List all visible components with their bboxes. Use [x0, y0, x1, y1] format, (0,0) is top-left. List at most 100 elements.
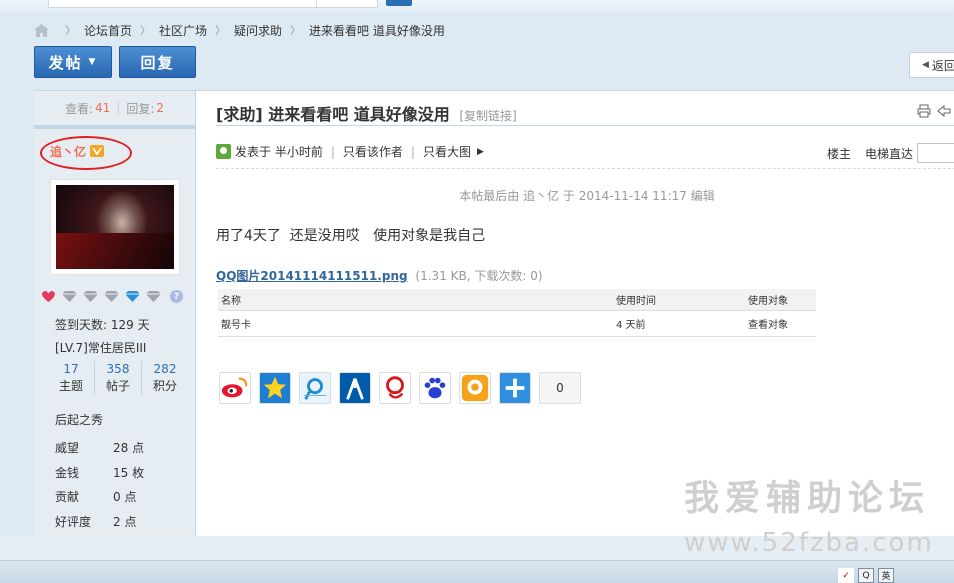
copy-link[interactable]: [复制链接] — [459, 109, 516, 123]
attachment-info: (1.31 KB, 下载次数: 0) — [415, 269, 543, 283]
share-count: 0 — [539, 372, 581, 404]
chevron-left-icon: ◀ — [922, 60, 929, 70]
profile-value: 15 枚 — [113, 465, 145, 480]
breadcrumb-item[interactable]: 进来看看吧 道具好像没用 — [309, 22, 445, 39]
column-header: 名称 — [221, 296, 241, 307]
tencent-weibo-icon[interactable] — [299, 372, 331, 404]
item-table: 名称 使用时间 使用对象 靓号卡 4 天前 查看对象 — [218, 289, 816, 337]
vip-badge-icon — [90, 145, 105, 157]
weibo-icon[interactable] — [219, 372, 251, 404]
breadcrumb-item[interactable]: 疑问求助 — [234, 22, 282, 39]
post-body: 用了4天了 还是没用哎 使用对象是我自己 — [216, 228, 486, 244]
watermark-title: 我爱辅助论坛 — [684, 479, 931, 519]
stat-points[interactable]: 282 积分 — [141, 361, 188, 395]
author-stats: 17 主题 358 帖子 282 积分 — [48, 361, 188, 395]
top-bar — [0, 0, 954, 12]
system-tray: ✓ Q 英 — [838, 568, 894, 583]
kaixin-icon[interactable] — [379, 372, 411, 404]
reply-button[interactable]: 回复 — [119, 46, 196, 78]
profile-key: 贡献 — [55, 490, 80, 504]
home-icon[interactable] — [34, 23, 49, 37]
view-target-link[interactable]: 查看对象 — [748, 316, 816, 331]
breadcrumb: 〉 论坛首页 〉 社区广场 〉 疑问求助 〉 进来看看吧 道具好像没用 — [34, 22, 445, 38]
new-post-label: 发帖 — [48, 53, 83, 72]
profile-row: 威望 28 点 — [55, 436, 185, 461]
post-meta: 发表于 半小时前 | 只看该作者 | 只看大图 ▶ — [216, 143, 484, 160]
search-button[interactable] — [386, 0, 412, 6]
security-tray-icon[interactable]: ✓ — [838, 568, 854, 583]
diamond-medal-icon[interactable] — [145, 290, 162, 303]
breadcrumb-separator: 〉 — [140, 24, 152, 37]
stat-threads[interactable]: 17 主题 — [48, 361, 94, 395]
search-input[interactable] — [48, 0, 378, 8]
stat-value: 358 — [106, 362, 130, 376]
stat-posts[interactable]: 358 帖子 — [94, 361, 141, 395]
replies-label: 回复: — [126, 101, 155, 116]
table-cell: 4 天前 — [616, 320, 646, 331]
diamond-medal-icon[interactable] — [61, 290, 78, 303]
big-image-link[interactable]: 只看大图 — [423, 143, 471, 160]
ime-tray-icon[interactable]: 英 — [878, 568, 894, 583]
attachment: QQ图片20141114111511.png (1.31 KB, 下载次数: 0… — [216, 267, 543, 284]
diamond-medal-icon[interactable] — [82, 290, 99, 303]
only-author-link[interactable]: 只看该作者 — [343, 143, 403, 160]
taskbar-strip — [0, 560, 954, 583]
medal-row: ? — [40, 290, 183, 303]
profile-key: 威望 — [55, 441, 80, 455]
floor-jump-input[interactable] — [917, 143, 954, 163]
column-header: 使用对象 — [748, 296, 788, 307]
stat-value: 282 — [153, 362, 177, 376]
reply-label: 回复 — [140, 53, 175, 72]
elevator-label: 电梯直达 — [865, 146, 914, 161]
meta-divider — [216, 168, 954, 169]
profile-row: 好评度 2 点 — [55, 510, 185, 535]
profile-value: 28 点 — [113, 441, 145, 455]
help-medal-icon[interactable]: ? — [170, 290, 183, 303]
meta-separator: | — [330, 144, 335, 159]
blue-diamond-medal-icon[interactable] — [124, 290, 141, 303]
attachment-link[interactable]: QQ图片20141114111511.png — [216, 269, 408, 283]
heart-medal-icon[interactable] — [40, 290, 57, 303]
back-label: 返回 — [931, 58, 954, 73]
column-header: 使用时间 — [616, 296, 656, 307]
qq-icon[interactable] — [459, 372, 491, 404]
online-user-icon — [216, 144, 231, 159]
stat-label: 帖子 — [105, 379, 130, 393]
floor-nav: 楼主 电梯直达 — [827, 143, 954, 163]
share-bar: 0 — [219, 372, 581, 404]
avatar[interactable] — [50, 179, 180, 275]
user-level[interactable]: [LV.7]常住居民III — [55, 339, 146, 356]
breadcrumb-separator: 〉 — [290, 24, 302, 37]
search-divider — [316, 0, 317, 7]
watermark-url: www.52fzba.com — [684, 528, 934, 558]
stat-label: 主题 — [58, 379, 83, 393]
meta-separator: | — [410, 144, 415, 159]
breadcrumb-item[interactable]: 论坛首页 — [84, 22, 132, 39]
thread-tag[interactable]: [求助] — [216, 105, 263, 124]
breadcrumb-separator: 〉 — [215, 24, 227, 37]
back-button[interactable]: ◀ 返回 — [909, 52, 954, 78]
table-header: 名称 使用时间 使用对象 — [218, 289, 816, 311]
thread-title: [求助] 进来看看吧 道具好像没用 [复制链接] — [216, 101, 517, 125]
user-group: 后起之秀 — [55, 413, 104, 427]
new-post-button[interactable]: 发帖 ▼ — [34, 46, 112, 78]
qq-tray-icon[interactable]: Q — [858, 568, 874, 583]
diamond-medal-icon[interactable] — [103, 290, 120, 303]
profile-row: 贡献 0 点 — [55, 485, 185, 510]
play-icon[interactable]: ▶ — [477, 147, 484, 157]
baidu-icon[interactable] — [419, 372, 451, 404]
replies-count: 2 — [156, 101, 165, 115]
stat-label: 积分 — [152, 379, 177, 393]
profile-value: 2 点 — [113, 514, 137, 529]
print-icon[interactable] — [917, 104, 931, 118]
table-cell: 靓号卡 — [221, 320, 251, 331]
views-label: 查看: — [64, 101, 94, 116]
author-name[interactable]: 追丶亿 — [50, 143, 105, 160]
qzone-icon[interactable] — [259, 372, 291, 404]
renren-icon[interactable] — [339, 372, 371, 404]
post-time: 发表于 半小时前 — [235, 145, 323, 159]
prev-thread-icon[interactable] — [937, 104, 951, 118]
breadcrumb-item[interactable]: 社区广场 — [159, 22, 207, 39]
profile-row: 金钱 15 枚 — [55, 461, 185, 486]
more-plus-icon[interactable] — [499, 372, 531, 404]
